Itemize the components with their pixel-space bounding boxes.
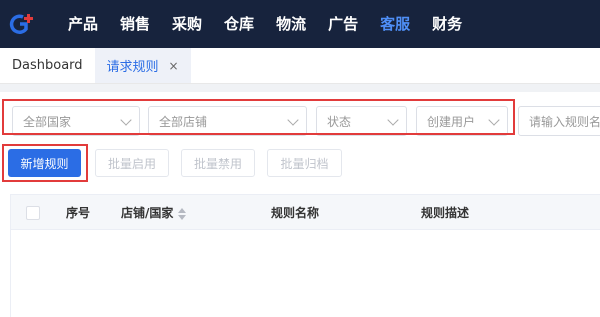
- tab-dashboard[interactable]: Dashboard: [0, 48, 95, 83]
- column-header-store-country[interactable]: 店铺/国家: [121, 195, 187, 231]
- close-icon[interactable]: ×: [169, 59, 179, 73]
- rules-table: 序号 店铺/国家 规则名称 规则描述: [10, 194, 600, 317]
- batch-disable-button[interactable]: 批量禁用: [181, 149, 255, 177]
- nav-item-finance[interactable]: 财务: [432, 0, 462, 48]
- table-header: 序号 店铺/国家 规则名称 规则描述: [11, 194, 600, 230]
- tab-label: 请求规则: [106, 60, 159, 75]
- select-all-checkbox[interactable]: [26, 206, 40, 220]
- nav-item-sales[interactable]: 销售: [120, 0, 150, 48]
- nav-item-products[interactable]: 产品: [68, 0, 98, 48]
- search-placeholder: 请输入规则名称: [529, 114, 600, 129]
- tab-request-rules[interactable]: 请求规则 ×: [94, 48, 191, 83]
- tab-bar: Dashboard 请求规则 ×: [0, 48, 600, 84]
- nav-item-warehouse[interactable]: 仓库: [224, 0, 254, 48]
- sort-icon[interactable]: [178, 207, 187, 220]
- nav-item-logistics[interactable]: 物流: [276, 0, 306, 48]
- logo-icon[interactable]: [0, 0, 46, 48]
- rule-name-search-input[interactable]: 请输入规则名称: [518, 106, 600, 136]
- nav-item-advertising[interactable]: 广告: [328, 0, 358, 48]
- column-header-label: 店铺/国家: [121, 206, 174, 220]
- batch-enable-button[interactable]: 批量启用: [95, 149, 169, 177]
- nav-item-customer-service[interactable]: 客服: [380, 0, 410, 48]
- column-header-rule-description: 规则描述: [421, 206, 470, 220]
- nav-item-purchasing[interactable]: 采购: [172, 0, 202, 48]
- add-button-highlight-box: [2, 144, 88, 182]
- filter-highlight-box: [2, 99, 515, 135]
- top-navigation: 产品 销售 采购 仓库 物流 广告 客服 财务: [0, 0, 600, 48]
- main-content: 全部国家 全部店铺 状态 创建用户 请输入规则名称 新增规则 批量启用 批量禁用…: [0, 92, 600, 317]
- table-body: [11, 230, 600, 317]
- batch-archive-button[interactable]: 批量归档: [267, 149, 342, 177]
- column-header-rule-name: 规则名称: [271, 206, 320, 220]
- column-header-index: 序号: [66, 206, 91, 220]
- tab-label: Dashboard: [12, 58, 83, 73]
